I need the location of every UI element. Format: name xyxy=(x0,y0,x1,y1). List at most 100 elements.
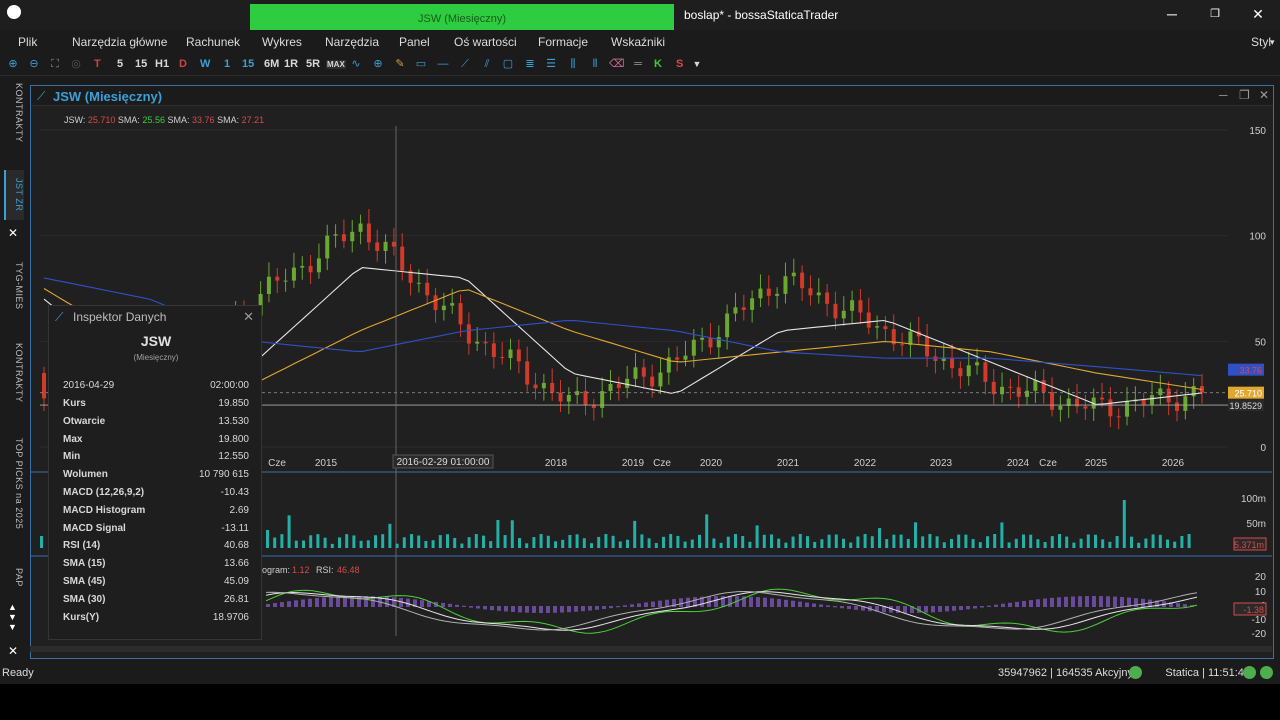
zoom-out-icon[interactable]: ⊖ xyxy=(27,57,41,71)
candle-body xyxy=(650,376,655,387)
period-5r-button[interactable]: 5R xyxy=(306,58,320,70)
label-icon[interactable]: ▭ xyxy=(414,57,428,71)
menu-narzedzia-glowne[interactable]: Narzędzia główne xyxy=(72,35,167,49)
zoom-reset-icon[interactable]: ◎ xyxy=(69,57,83,71)
histogram-bar xyxy=(665,599,669,607)
period-max-button[interactable]: MAX xyxy=(326,60,346,69)
period-h1-button[interactable]: H1 xyxy=(155,58,169,70)
volume-bar xyxy=(1166,539,1169,548)
histogram-bar xyxy=(805,602,809,607)
side-tab-tyg-mies[interactable]: TYG-MIES xyxy=(4,256,24,316)
menu-rachunek[interactable]: Rachunek xyxy=(186,35,240,49)
period-15-button[interactable]: 15 xyxy=(135,58,147,70)
candle-body xyxy=(850,300,855,311)
volume-bar xyxy=(316,534,320,548)
histogram-bar xyxy=(1036,599,1040,607)
indicator-axis-label: 10 xyxy=(1255,587,1267,598)
period-w-button[interactable]: W xyxy=(200,58,210,70)
close-icon[interactable]: ✕ xyxy=(243,309,254,325)
period-6m-button[interactable]: 6M xyxy=(264,58,279,70)
histogram-bar xyxy=(273,603,277,607)
draw-wave-icon[interactable]: ∿ xyxy=(349,57,363,71)
candle-body xyxy=(1033,380,1038,391)
volume-bar xyxy=(489,541,493,548)
zoom-in-icon[interactable]: ⊕ xyxy=(6,57,20,71)
volume-bar xyxy=(410,534,413,548)
volume-bar xyxy=(359,540,363,548)
close-panel-icon[interactable]: ✕ xyxy=(8,644,18,658)
menu-narzedzia[interactable]: Narzędzia xyxy=(325,35,379,49)
eraser-icon[interactable]: ⌫ xyxy=(609,57,625,71)
period-d-button[interactable]: D xyxy=(179,58,187,70)
side-tab-kontrakty[interactable]: KONTRAKTY xyxy=(4,78,24,148)
chart-legend: JSW: 25.710 SMA: 25.56 SMA: 33.76 SMA: 2… xyxy=(64,115,264,125)
period-15m-button[interactable]: 15 xyxy=(242,58,254,70)
volume-bar xyxy=(323,537,327,548)
histogram-bar xyxy=(966,606,970,610)
time-zones-icon[interactable]: ⦀ xyxy=(588,57,602,71)
period-t-button[interactable]: T xyxy=(94,58,101,70)
crosshair-icon[interactable]: ⊕ xyxy=(371,57,385,71)
close-chart-icon[interactable]: ✕ xyxy=(1259,88,1269,102)
fibonacci-icon[interactable]: ≣ xyxy=(523,57,537,71)
menu-wskazniki[interactable]: Wskaźniki xyxy=(611,35,665,49)
volume-bar xyxy=(604,534,608,548)
period-1-button[interactable]: 1 xyxy=(224,58,230,70)
volume-bar xyxy=(878,528,881,548)
inspector-row: Kurs(Y) 18.9706 xyxy=(63,612,249,629)
data-inspector-panel[interactable]: ⟋ Inspektor Danych ✕ JSW (Miesięczny) 20… xyxy=(48,305,262,640)
period-5-button[interactable]: 5 xyxy=(117,58,123,70)
zoom-fit-icon[interactable]: ⛶ xyxy=(48,57,62,71)
sell-s-button[interactable]: S xyxy=(676,58,683,70)
x-axis-label: Cze xyxy=(1039,458,1057,469)
volume-bar xyxy=(748,541,752,548)
side-tab-kontrakty-2[interactable]: KONTRAKTY xyxy=(4,338,24,408)
histogram-bar xyxy=(812,603,816,607)
volume-bar xyxy=(417,535,421,548)
chart-icon: ⟋ xyxy=(37,89,46,103)
close-tab-icon[interactable]: ✕ xyxy=(8,226,18,240)
candle-body xyxy=(1183,396,1188,411)
volume-bar xyxy=(705,514,709,548)
ruler-icon[interactable]: ✎ xyxy=(393,57,407,71)
chevron-down-icon[interactable]: ▾ xyxy=(1270,37,1275,48)
rectangle-icon[interactable]: ▢ xyxy=(501,57,515,71)
vertical-levels-icon[interactable]: ⫼ xyxy=(566,57,580,71)
indicator-tag: -1.38 xyxy=(1243,605,1264,615)
document-tab[interactable]: JSW (Miesięczny) xyxy=(250,4,674,30)
candle-body xyxy=(866,312,871,328)
side-tab-pap[interactable]: PAP xyxy=(4,562,24,592)
trend-line-icon[interactable]: ⟋ xyxy=(458,57,472,71)
side-tab-top-picks[interactable]: TOP PICKS na 2025 xyxy=(4,432,24,536)
menu-styl[interactable]: Styl xyxy=(1251,35,1271,49)
maximize-chart-icon[interactable]: ❐ xyxy=(1239,88,1250,102)
chevron-down-icon[interactable]: ▼ xyxy=(690,57,704,71)
menu-formacje[interactable]: Formacje xyxy=(538,35,588,49)
minimize-icon[interactable]: ─ xyxy=(1164,6,1180,22)
restore-icon[interactable]: ❐ xyxy=(1207,6,1223,22)
channel-icon[interactable]: ⫽ xyxy=(480,57,494,71)
fib-fan-icon[interactable]: ☰ xyxy=(544,57,558,71)
menu-plik[interactable]: Plik xyxy=(18,35,37,49)
buy-k-button[interactable]: K xyxy=(654,58,662,70)
candle-body xyxy=(1008,386,1013,388)
candle-body xyxy=(908,331,913,345)
lock-icon xyxy=(1129,666,1142,679)
candle-body xyxy=(1141,399,1146,405)
horizontal-line-icon[interactable]: — xyxy=(436,57,450,71)
close-icon[interactable]: ✕ xyxy=(1250,6,1266,22)
volume-bar xyxy=(849,542,853,548)
status-connection: Statica | 11:51:43 xyxy=(1165,667,1250,679)
inspector-date: 2016-04-29 xyxy=(63,380,115,391)
menu-os-wartosci[interactable]: Oś wartości xyxy=(454,35,517,49)
scroll-arrows-icon[interactable]: ▲ ▼ ▼ xyxy=(8,602,17,632)
indicator-axis-label: -20 xyxy=(1252,629,1267,640)
menu-panel[interactable]: Panel xyxy=(399,35,430,49)
period-1r-button[interactable]: 1R xyxy=(284,58,298,70)
minimize-chart-icon[interactable]: ─ xyxy=(1219,88,1228,102)
menu-wykres[interactable]: Wykres xyxy=(262,35,302,49)
volume-bar xyxy=(626,539,629,548)
candle-body xyxy=(1016,387,1021,397)
side-panel-tabs: KONTRAKTY JST ZR ✕ TYG-MIES KONTRAKTY TO… xyxy=(0,76,28,662)
side-tab-jst-zr[interactable]: JST ZR xyxy=(4,170,24,220)
